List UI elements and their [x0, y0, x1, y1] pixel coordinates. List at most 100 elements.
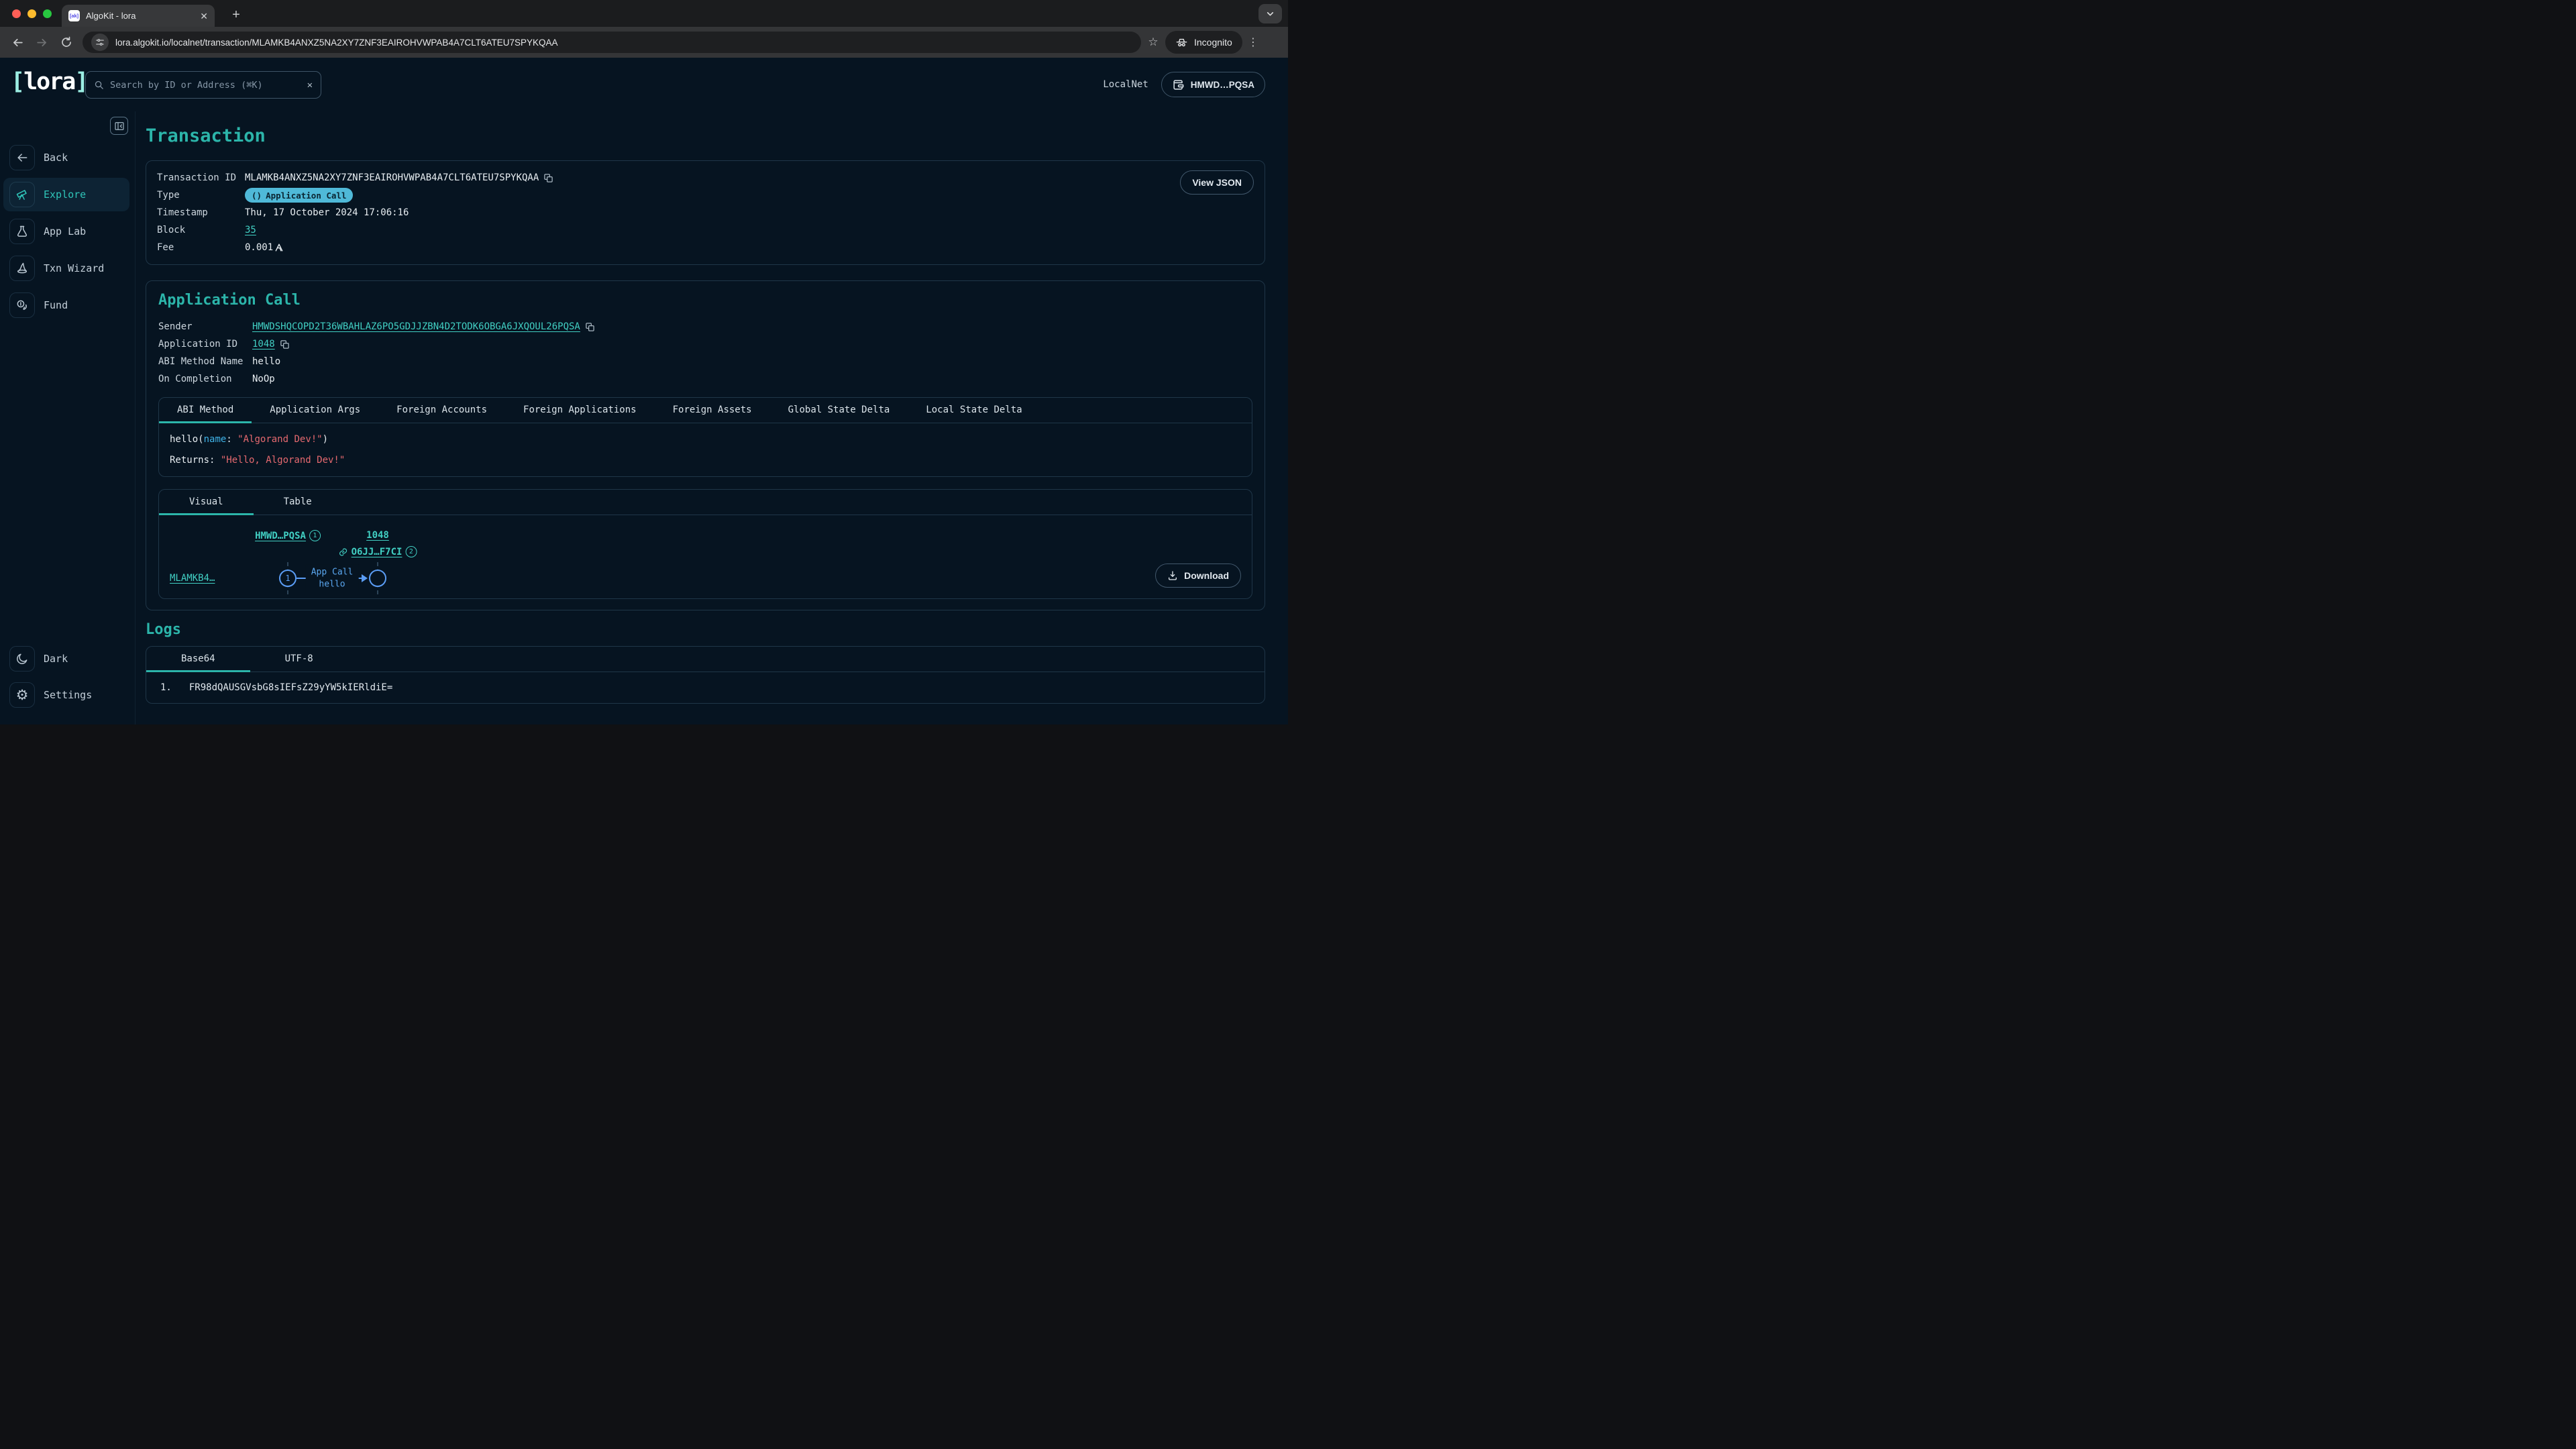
tab-abi-method[interactable]: ABI Method — [159, 398, 252, 423]
network-label: LocalNet — [1103, 79, 1148, 90]
sidebar-item-back[interactable]: Back — [3, 141, 129, 174]
timestamp-row: Timestamp Thu, 17 October 2024 17:06:16 — [157, 204, 1254, 221]
download-button[interactable]: Download — [1155, 564, 1241, 588]
logs-title: Logs — [146, 621, 1265, 638]
timestamp-label: Timestamp — [157, 207, 245, 218]
abi-method-content: hello(name: "Algorand Dev!") Returns: "H… — [159, 423, 1252, 476]
incognito-badge: Incognito — [1165, 31, 1242, 54]
txn-id-label: Transaction ID — [157, 172, 245, 183]
tab-table[interactable]: Table — [254, 490, 342, 515]
moon-icon — [9, 646, 35, 672]
sidebar-item-explore[interactable]: Explore — [3, 178, 129, 211]
search-input[interactable] — [110, 80, 301, 91]
url-text: lora.algokit.io/localnet/transaction/MLA… — [115, 38, 558, 48]
sender-label: Sender — [158, 321, 252, 332]
tab-close-icon[interactable]: ✕ — [200, 11, 208, 21]
tab-global-state-delta[interactable]: Global State Delta — [770, 398, 908, 423]
sidebar: Back Explore App Lab Txn Wizard — [0, 111, 136, 724]
application-id-row: Application ID 1048 — [158, 335, 1252, 353]
tab-local-state-delta[interactable]: Local State Delta — [908, 398, 1040, 423]
view-json-button[interactable]: View JSON — [1180, 170, 1254, 195]
sidebar-collapse-button[interactable] — [110, 117, 128, 135]
tab-application-args[interactable]: Application Args — [252, 398, 378, 423]
tab-foreign-assets[interactable]: Foreign Assets — [655, 398, 770, 423]
app-call-glyph: () — [252, 191, 262, 201]
browser-tab[interactable]: [ak] AlgoKit - lora ✕ — [62, 5, 215, 27]
sidebar-item-dark-mode[interactable]: Dark — [3, 642, 129, 676]
logs-tabs: Base64 UTF-8 — [146, 647, 1265, 672]
type-badge-label: Application Call — [266, 191, 346, 201]
sidebar-item-fund[interactable]: Fund — [3, 288, 129, 322]
tab-title: AlgoKit - lora — [86, 11, 194, 21]
browser-tabstrip: [ak] AlgoKit - lora ✕ + — [0, 0, 1288, 27]
tab-foreign-accounts[interactable]: Foreign Accounts — [378, 398, 505, 423]
sidebar-item-label: Settings — [44, 689, 92, 701]
graph-app-address-link[interactable]: O6JJ…F7CI — [352, 547, 402, 557]
tab-search-button[interactable] — [1258, 4, 1282, 23]
browser-menu-icon[interactable]: ⋮ — [1244, 36, 1262, 49]
search-box[interactable]: ✕ — [85, 71, 321, 99]
tab-foreign-applications[interactable]: Foreign Applications — [505, 398, 655, 423]
main-content: Transaction Transaction ID MLAMKB4ANXZ5N… — [136, 111, 1288, 724]
new-tab-button[interactable]: + — [227, 5, 246, 24]
type-label: Type — [157, 190, 245, 201]
incognito-icon — [1175, 36, 1188, 49]
block-link[interactable]: 35 — [245, 225, 256, 235]
appcall-tabs: ABI Method Application Args Foreign Acco… — [159, 398, 1252, 423]
sidebar-item-label: Fund — [44, 299, 68, 311]
bookmark-star-icon[interactable]: ☆ — [1143, 32, 1163, 53]
app-header: [lora] ✕ LocalNet HMWD…PQSA — [0, 58, 1288, 111]
back-arrow-icon — [9, 145, 35, 170]
browser-toolbar: lora.algokit.io/localnet/transaction/MLA… — [0, 27, 1288, 58]
screen: [ak] AlgoKit - lora ✕ + lora.algokit.io/… — [0, 0, 1288, 724]
sidebar-item-txn-wizard[interactable]: Txn Wizard — [3, 252, 129, 285]
log-entry-index: 1. — [160, 682, 172, 693]
graph-account-link[interactable]: HMWD…PQSA — [255, 531, 306, 541]
gear-icon: ⚙ — [9, 682, 35, 708]
maximize-window-button[interactable] — [43, 9, 52, 18]
search-clear-icon[interactable]: ✕ — [307, 80, 313, 91]
account-number-badge: 1 — [309, 530, 321, 541]
url-bar[interactable]: lora.algokit.io/localnet/transaction/MLA… — [83, 32, 1141, 53]
sidebar-item-label: Dark — [44, 653, 68, 665]
arrow-left-icon — [11, 36, 24, 49]
graph-application-link[interactable]: 1048 — [366, 530, 389, 541]
sidebar-item-settings[interactable]: ⚙ Settings — [3, 678, 129, 712]
header-right: LocalNet HMWD…PQSA — [1103, 72, 1265, 97]
coins-icon — [9, 292, 35, 318]
reload-button[interactable] — [55, 32, 77, 54]
tab-utf8[interactable]: UTF-8 — [250, 647, 348, 672]
connected-account-button[interactable]: HMWD…PQSA — [1161, 72, 1265, 97]
algo-currency-icon — [275, 244, 283, 252]
abi-param-name: name — [204, 434, 227, 445]
graph-transaction-link[interactable]: MLAMKB4… — [170, 573, 215, 584]
site-settings-icon[interactable] — [91, 34, 109, 51]
graph-application-header: 1048 — [366, 530, 389, 541]
minimize-window-button[interactable] — [28, 9, 36, 18]
sidebar-item-app-lab[interactable]: App Lab — [3, 215, 129, 248]
lora-logo[interactable]: [lora] — [11, 68, 87, 95]
back-button[interactable] — [7, 32, 29, 54]
forward-button[interactable] — [31, 32, 53, 54]
tab-base64[interactable]: Base64 — [146, 647, 250, 672]
application-id-link[interactable]: 1048 — [252, 339, 275, 350]
copy-icon[interactable] — [543, 173, 553, 183]
sender-address-link[interactable]: HMWDSHQCOPD2T36WBAHLAZ6PO5GDJJZBN4D2TODK… — [252, 321, 580, 332]
download-label: Download — [1184, 570, 1229, 581]
graph-app-address: O6JJ…F7CI 2 — [339, 546, 417, 557]
link-icon — [339, 547, 348, 557]
tab-visual[interactable]: Visual — [159, 490, 254, 515]
application-call-title: Application Call — [158, 292, 1252, 309]
close-window-button[interactable] — [12, 9, 21, 18]
sidebar-item-label: Txn Wizard — [44, 262, 104, 274]
abi-returns: Returns: "Hello, Algorand Dev!" — [170, 455, 1241, 466]
txn-id-value: MLAMKB4ANXZ5NA2XY7ZNF3EAIROHVWPAB4A7CLT6… — [245, 172, 539, 183]
copy-icon[interactable] — [280, 339, 290, 350]
transaction-graph: HMWD…PQSA 1 1048 O6JJ…F7CI 2 — [159, 515, 1252, 598]
log-entry: 1. FR98dQAUSGVsbG8sIEFsZ29yYW5kIERldiE= — [146, 672, 1265, 703]
fee-row: Fee 0.001 — [157, 239, 1254, 256]
txn-id-row: Transaction ID MLAMKB4ANXZ5NA2XY7ZNF3EAI… — [157, 169, 1254, 186]
on-completion-value: NoOp — [252, 374, 1252, 384]
copy-icon[interactable] — [585, 322, 595, 332]
chevron-down-icon — [1266, 9, 1275, 18]
